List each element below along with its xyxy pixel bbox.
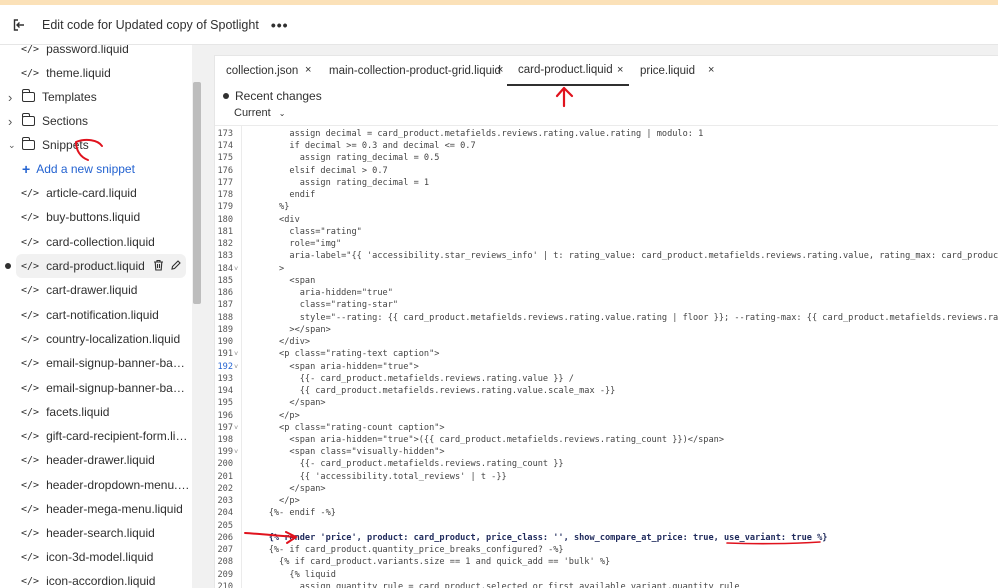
annotation-underline-use-variant: [726, 541, 821, 545]
annotation-arrow-render: [244, 531, 298, 544]
annotation-arrow-tab: [555, 86, 574, 108]
red-annotations: [75, 86, 821, 545]
annotation-arrow-snippets: [75, 138, 103, 161]
